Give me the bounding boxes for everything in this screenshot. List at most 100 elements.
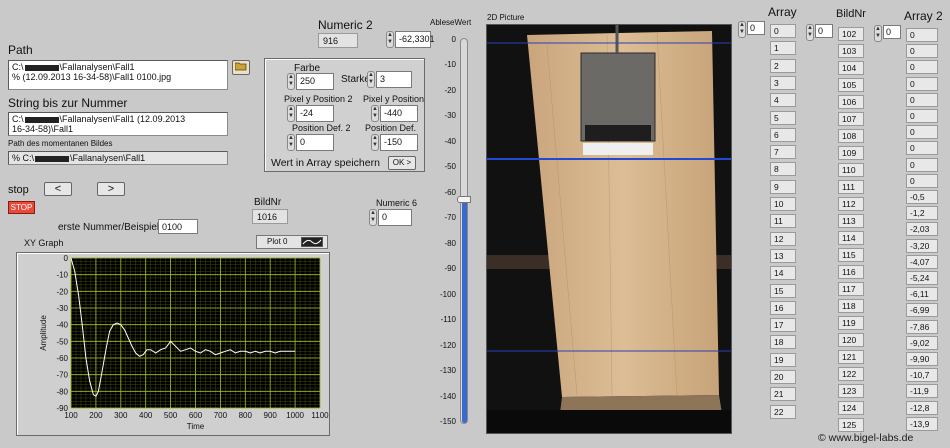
array-cell[interactable]: 12 <box>770 231 796 246</box>
array-cell[interactable]: 0 <box>906 141 938 156</box>
plot-legend[interactable]: Plot 0 <box>256 235 328 249</box>
array-cell[interactable]: 5 <box>770 110 796 125</box>
array-cell[interactable]: -9,90 <box>906 352 938 366</box>
array-cell[interactable]: -5,24 <box>906 271 938 285</box>
erste-nummer-input[interactable]: 0100 <box>158 219 198 234</box>
array-index[interactable]: 0 <box>747 21 765 35</box>
array-cell[interactable]: 121 <box>838 350 864 364</box>
array-cell[interactable]: 0 <box>906 44 938 59</box>
next-button[interactable]: > <box>97 182 125 196</box>
array-cell[interactable]: 3 <box>770 75 796 90</box>
posdef2-spinner[interactable]: ▲ ▼ <box>287 134 295 151</box>
string-bis-field[interactable]: C:\ \Fallanalysen\Fall1 (12.09.2013 16-34… <box>8 112 228 136</box>
array-cell[interactable]: 16 <box>770 300 796 315</box>
array-cell[interactable]: 15 <box>770 283 796 298</box>
numeric2-input[interactable]: -62,3301 <box>395 31 435 48</box>
array-cell[interactable]: 119 <box>838 316 864 330</box>
array-cell[interactable]: 116 <box>838 265 864 279</box>
array-cell[interactable]: 0 <box>770 24 796 38</box>
posdef-spinner[interactable]: ▲ ▼ <box>371 134 379 151</box>
pixel-y-input[interactable]: -440 <box>380 105 418 122</box>
array-cell[interactable]: 124 <box>838 401 864 415</box>
array-cell[interactable]: -6,99 <box>906 303 938 318</box>
array-cell[interactable]: 20 <box>770 370 796 384</box>
array-cell[interactable]: 13 <box>770 248 796 263</box>
starke-input[interactable]: 3 <box>376 71 412 88</box>
bildnr-index[interactable]: 0 <box>815 24 833 38</box>
array-cell[interactable]: 18 <box>770 335 796 350</box>
array-cell[interactable]: 115 <box>838 248 864 262</box>
array-cell[interactable]: 122 <box>838 367 864 381</box>
array-cell[interactable]: -3,20 <box>906 238 938 253</box>
array-cell[interactable]: 112 <box>838 197 864 211</box>
array-cell[interactable]: 105 <box>838 78 864 92</box>
array-cell[interactable]: 123 <box>838 384 864 398</box>
numeric6-input[interactable]: 0 <box>378 209 412 226</box>
array-cell[interactable]: 0 <box>906 109 938 123</box>
array-cell[interactable]: 14 <box>770 266 796 281</box>
array-cell[interactable]: -13,9 <box>906 416 938 431</box>
picture-display[interactable] <box>486 24 732 434</box>
array2-index-spinner[interactable]: ▲ ▼ <box>874 25 882 42</box>
array-cell[interactable]: -0,5 <box>906 190 938 204</box>
numeric2-spinner[interactable]: ▲ ▼ <box>386 31 394 48</box>
array-cell[interactable]: 113 <box>838 214 864 228</box>
array-cell[interactable]: 104 <box>838 61 864 75</box>
ok-button[interactable]: OK > <box>388 156 416 170</box>
array-cell[interactable]: 17 <box>770 318 796 333</box>
array-cell[interactable]: 11 <box>770 214 796 229</box>
array-cell[interactable]: -6,11 <box>906 287 938 302</box>
xy-graph[interactable]: 100 200 300 400 500 600 700 800 900 1000 11000-10-… <box>16 252 330 436</box>
array-cell[interactable]: 117 <box>838 282 864 296</box>
starke-spinner[interactable]: ▲ ▼ <box>367 71 375 88</box>
browse-folder-button[interactable] <box>232 60 250 75</box>
array-cell[interactable]: -10,7 <box>906 368 938 383</box>
array-cell[interactable]: 19 <box>770 352 796 367</box>
pixel-y2-spinner[interactable]: ▲ ▼ <box>287 105 295 122</box>
array-cell[interactable]: 111 <box>838 180 864 194</box>
slider-thumb[interactable] <box>457 195 471 203</box>
array-cell[interactable]: 1 <box>770 41 796 56</box>
pixel-y-spinner[interactable]: ▲ ▼ <box>371 105 379 122</box>
bildnr-index-spinner[interactable]: ▲ ▼ <box>806 24 814 41</box>
array-cell[interactable]: 106 <box>838 95 864 109</box>
array-cell[interactable]: -11,9 <box>906 384 938 399</box>
array-cell[interactable]: -7,86 <box>906 319 938 334</box>
array-cell[interactable]: 114 <box>838 231 864 245</box>
array-cell[interactable]: 0 <box>906 28 938 42</box>
posdef-input[interactable]: -150 <box>380 134 418 151</box>
array-cell[interactable]: 0 <box>906 60 938 75</box>
prev-button[interactable]: < <box>44 182 72 196</box>
array-cell[interactable]: 0 <box>906 173 938 188</box>
array-cell[interactable]: -1,2 <box>906 206 938 221</box>
stop-button[interactable]: STOP <box>8 201 35 214</box>
array-cell[interactable]: 6 <box>770 127 796 142</box>
numeric6-spinner[interactable]: ▲ ▼ <box>369 209 377 226</box>
farbe-spinner[interactable]: ▲ ▼ <box>287 73 295 90</box>
array-cell[interactable]: 7 <box>770 145 796 160</box>
pixel-y2-input[interactable]: -24 <box>296 105 334 122</box>
path-field[interactable]: C:\ \Fallanalysen\Fall1 % (12.09.2013 16-… <box>8 60 228 90</box>
array-cell[interactable]: 0 <box>906 92 938 107</box>
array-cell[interactable]: 2 <box>770 58 796 73</box>
array-cell[interactable]: 0 <box>906 76 938 91</box>
array-cell[interactable]: -12,8 <box>906 400 938 415</box>
slider-track[interactable] <box>460 38 468 424</box>
array-cell[interactable]: 120 <box>838 333 864 347</box>
array-cell[interactable]: 110 <box>838 163 864 177</box>
array-cell[interactable]: 125 <box>838 418 864 432</box>
array-cell[interactable]: 109 <box>838 146 864 160</box>
array-cell[interactable]: 22 <box>770 404 796 419</box>
array-cell[interactable]: 102 <box>838 27 864 41</box>
array-cell[interactable]: -2,03 <box>906 222 938 237</box>
array-cell[interactable]: 0 <box>906 157 938 172</box>
array-index-spinner[interactable]: ▲ ▼ <box>738 21 746 38</box>
array-cell[interactable]: -4,07 <box>906 254 938 269</box>
array-cell[interactable]: 0 <box>906 125 938 140</box>
array-cell[interactable]: 108 <box>838 129 864 143</box>
array-cell[interactable]: 10 <box>770 197 796 211</box>
array-cell[interactable]: 107 <box>838 112 864 126</box>
array-cell[interactable]: -9,02 <box>906 335 938 350</box>
array-cell[interactable]: 9 <box>770 179 796 194</box>
array-cell[interactable]: 21 <box>770 387 796 402</box>
